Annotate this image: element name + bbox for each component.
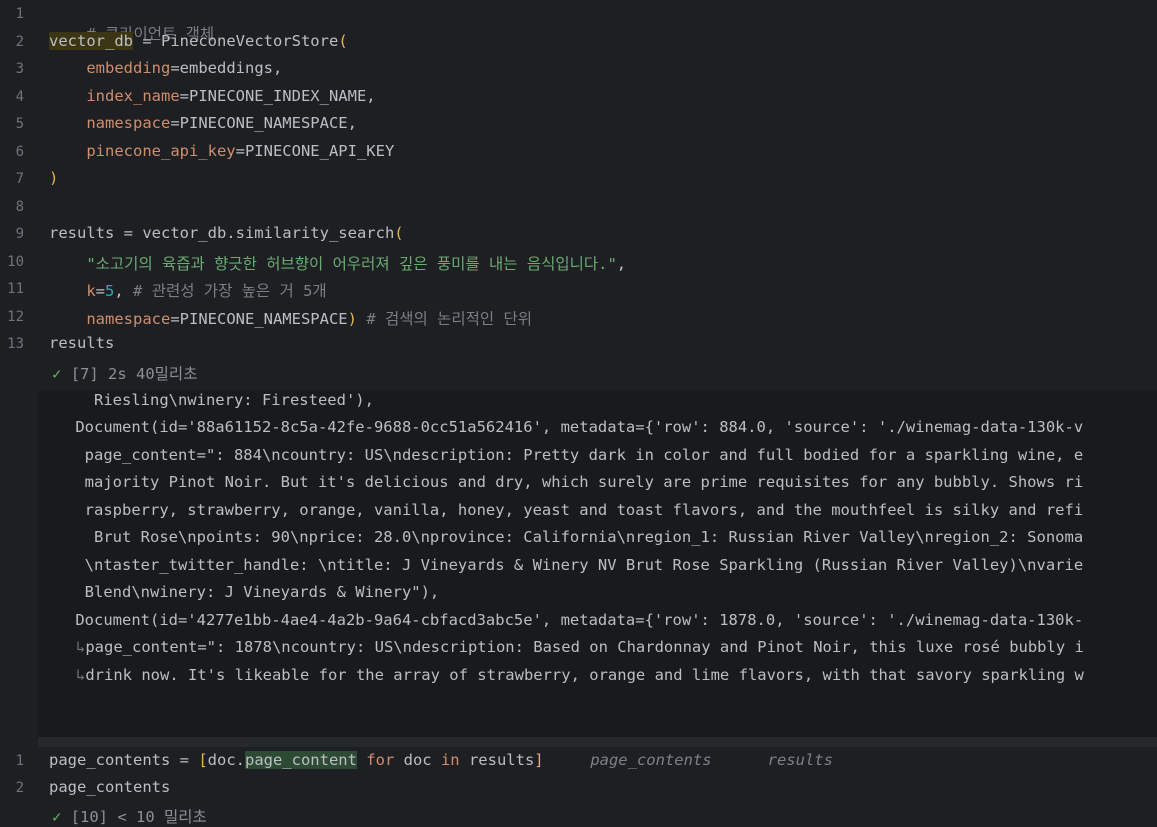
code-text: results: [468, 751, 535, 769]
code-line-7[interactable]: ): [49, 169, 58, 187]
line-number: 1: [15, 6, 24, 22]
line-number: 4: [15, 89, 24, 105]
line-number: 8: [15, 199, 24, 215]
line-number: 6: [15, 144, 24, 160]
open-bracket: [: [198, 751, 208, 769]
comment: # 검색의 논리적인 단위: [356, 310, 532, 328]
operator: =: [95, 282, 106, 300]
cell-divider: [38, 737, 1157, 747]
output-line: Brut Rose\npoints: 90\nprice: 28.0\nprov…: [38, 528, 1084, 546]
output-line: majority Pinot Noir. But it's delicious …: [38, 473, 1084, 491]
param-name: pinecone_api_key: [86, 142, 236, 160]
inlay-hint: page_contents: [590, 751, 712, 769]
output-line-wrapped: ↳page_content=": 1878\ncountry: US\ndesc…: [76, 638, 1084, 656]
number-literal: 5: [105, 282, 115, 300]
code-line-10[interactable]: "소고기의 육즙과 향긋한 허브향이 어우러져 깊은 풍미를 내는 음식입니다.…: [49, 252, 626, 274]
param-value: =PINECONE_INDEX_NAME,: [179, 87, 376, 105]
comma: ,: [616, 255, 627, 273]
output-line-wrapped: ↳drink now. It's likeable for the array …: [76, 666, 1084, 684]
output-line: \ntaster_twitter_handle: \ntitle: J Vine…: [38, 556, 1084, 574]
param-value: =embeddings,: [170, 59, 283, 77]
check-icon: ✓: [52, 365, 62, 383]
code-line-9[interactable]: results = vector_db.similarity_search(: [49, 224, 404, 242]
output-line: Document(id='88a61152-8c5a-42fe-9688-0cc…: [38, 418, 1084, 436]
line-number: 11: [7, 281, 24, 297]
close-bracket: ]: [534, 751, 544, 769]
code-text: results = vector_db.similarity_search: [49, 224, 395, 242]
output-line: Blend\nwinery: J Vineyards & Winery"),: [38, 583, 440, 601]
comma: ,: [114, 282, 134, 300]
line-number: 9: [15, 226, 24, 242]
code-cell-1[interactable]: 1 2 3 4 5 6 7 8 9 10 11 12 13 # 클라이언트 객체…: [0, 0, 1157, 390]
execution-status: ✓ [7] 2s 40밀리초: [52, 362, 197, 384]
line-number: 1: [15, 753, 24, 769]
code-text: page_contents =: [49, 751, 199, 769]
code-line-12[interactable]: namespace=PINECONE_NAMESPACE) # 검색의 논리적인…: [49, 307, 532, 329]
close-paren: ): [49, 169, 59, 187]
comment: # 관련성 가장 높은 거 5개: [133, 282, 327, 300]
line-number: 2: [15, 780, 24, 796]
code-line-11[interactable]: k=5, # 관련성 가장 높은 거 5개: [49, 279, 327, 301]
execution-time: [10] < 10 밀리초: [70, 808, 207, 826]
line-number: 2: [15, 34, 24, 50]
keyword: in: [431, 751, 469, 769]
variable-name: vector_db: [49, 32, 133, 50]
output-line: page_content=": 884\ncountry: US\ndescri…: [38, 446, 1084, 464]
open-paren: (: [338, 32, 348, 50]
code-line-2[interactable]: page_contents: [49, 778, 170, 796]
code-cell-2[interactable]: 1 2 page_contents = [doc.page_content fo…: [0, 747, 1157, 826]
param-name: k: [86, 282, 96, 300]
attribute-name: page_content: [244, 751, 357, 769]
output-line: Riesling\nwinery: Firesteed'),: [38, 391, 374, 409]
code-text: page_contents: [49, 778, 171, 796]
param-name: namespace: [86, 310, 171, 328]
line-number: 13: [7, 336, 24, 352]
cell-output[interactable]: Riesling\nwinery: Firesteed'), Document(…: [38, 390, 1157, 737]
code-text: results: [49, 334, 115, 352]
line-number: 7: [15, 171, 24, 187]
string-literal: "소고기의 육즙과 향긋한 허브향이 어우러져 깊은 풍미를 내는 음식입니다.…: [86, 255, 617, 273]
keyword: for: [356, 751, 404, 769]
inlay-hint: results: [767, 751, 833, 769]
code-line-4[interactable]: index_name=PINECONE_INDEX_NAME,: [49, 87, 376, 105]
code-line-13[interactable]: results: [49, 334, 114, 352]
wrap-arrow-icon: ↳: [76, 666, 86, 684]
execution-time: [7] 2s 40밀리초: [70, 365, 198, 383]
close-paren: ): [347, 310, 357, 328]
line-number: 3: [15, 61, 24, 77]
output-text: drink now. It's likeable for the array o…: [85, 666, 1084, 684]
wrap-arrow-icon: ↳: [76, 638, 86, 656]
code-line-2[interactable]: vector_db = PineconeVectorStore(: [49, 32, 348, 50]
check-icon: ✓: [52, 808, 62, 826]
output-text: page_content=": 1878\ncountry: US\ndescr…: [85, 638, 1084, 656]
output-line: Document(id='4277e1bb-4ae4-4a2b-9a64-cbf…: [38, 611, 1084, 629]
operator: =: [133, 32, 161, 50]
line-number: 10: [7, 254, 24, 270]
code-text: doc: [403, 751, 432, 769]
code-line-3[interactable]: embedding=embeddings,: [49, 59, 282, 77]
param-name: embedding: [86, 59, 171, 77]
param-value: =PINECONE_NAMESPACE,: [170, 114, 357, 132]
code-line-6[interactable]: pinecone_api_key=PINECONE_API_KEY: [49, 142, 394, 160]
output-line: raspberry, strawberry, orange, vanilla, …: [38, 501, 1084, 519]
open-paren: (: [394, 224, 404, 242]
param-value: =PINECONE_NAMESPACE: [170, 310, 348, 328]
code-text: doc.: [207, 751, 245, 769]
code-line-5[interactable]: namespace=PINECONE_NAMESPACE,: [49, 114, 357, 132]
function-call: PineconeVectorStore: [161, 32, 339, 50]
param-value: =PINECONE_API_KEY: [235, 142, 395, 160]
code-line-1[interactable]: page_contents = [doc.page_content for do…: [49, 751, 833, 769]
line-number: 12: [7, 309, 24, 325]
execution-status: ✓ [10] < 10 밀리초: [52, 805, 207, 827]
param-name: index_name: [86, 87, 180, 105]
param-name: namespace: [86, 114, 171, 132]
line-number: 5: [15, 116, 24, 132]
